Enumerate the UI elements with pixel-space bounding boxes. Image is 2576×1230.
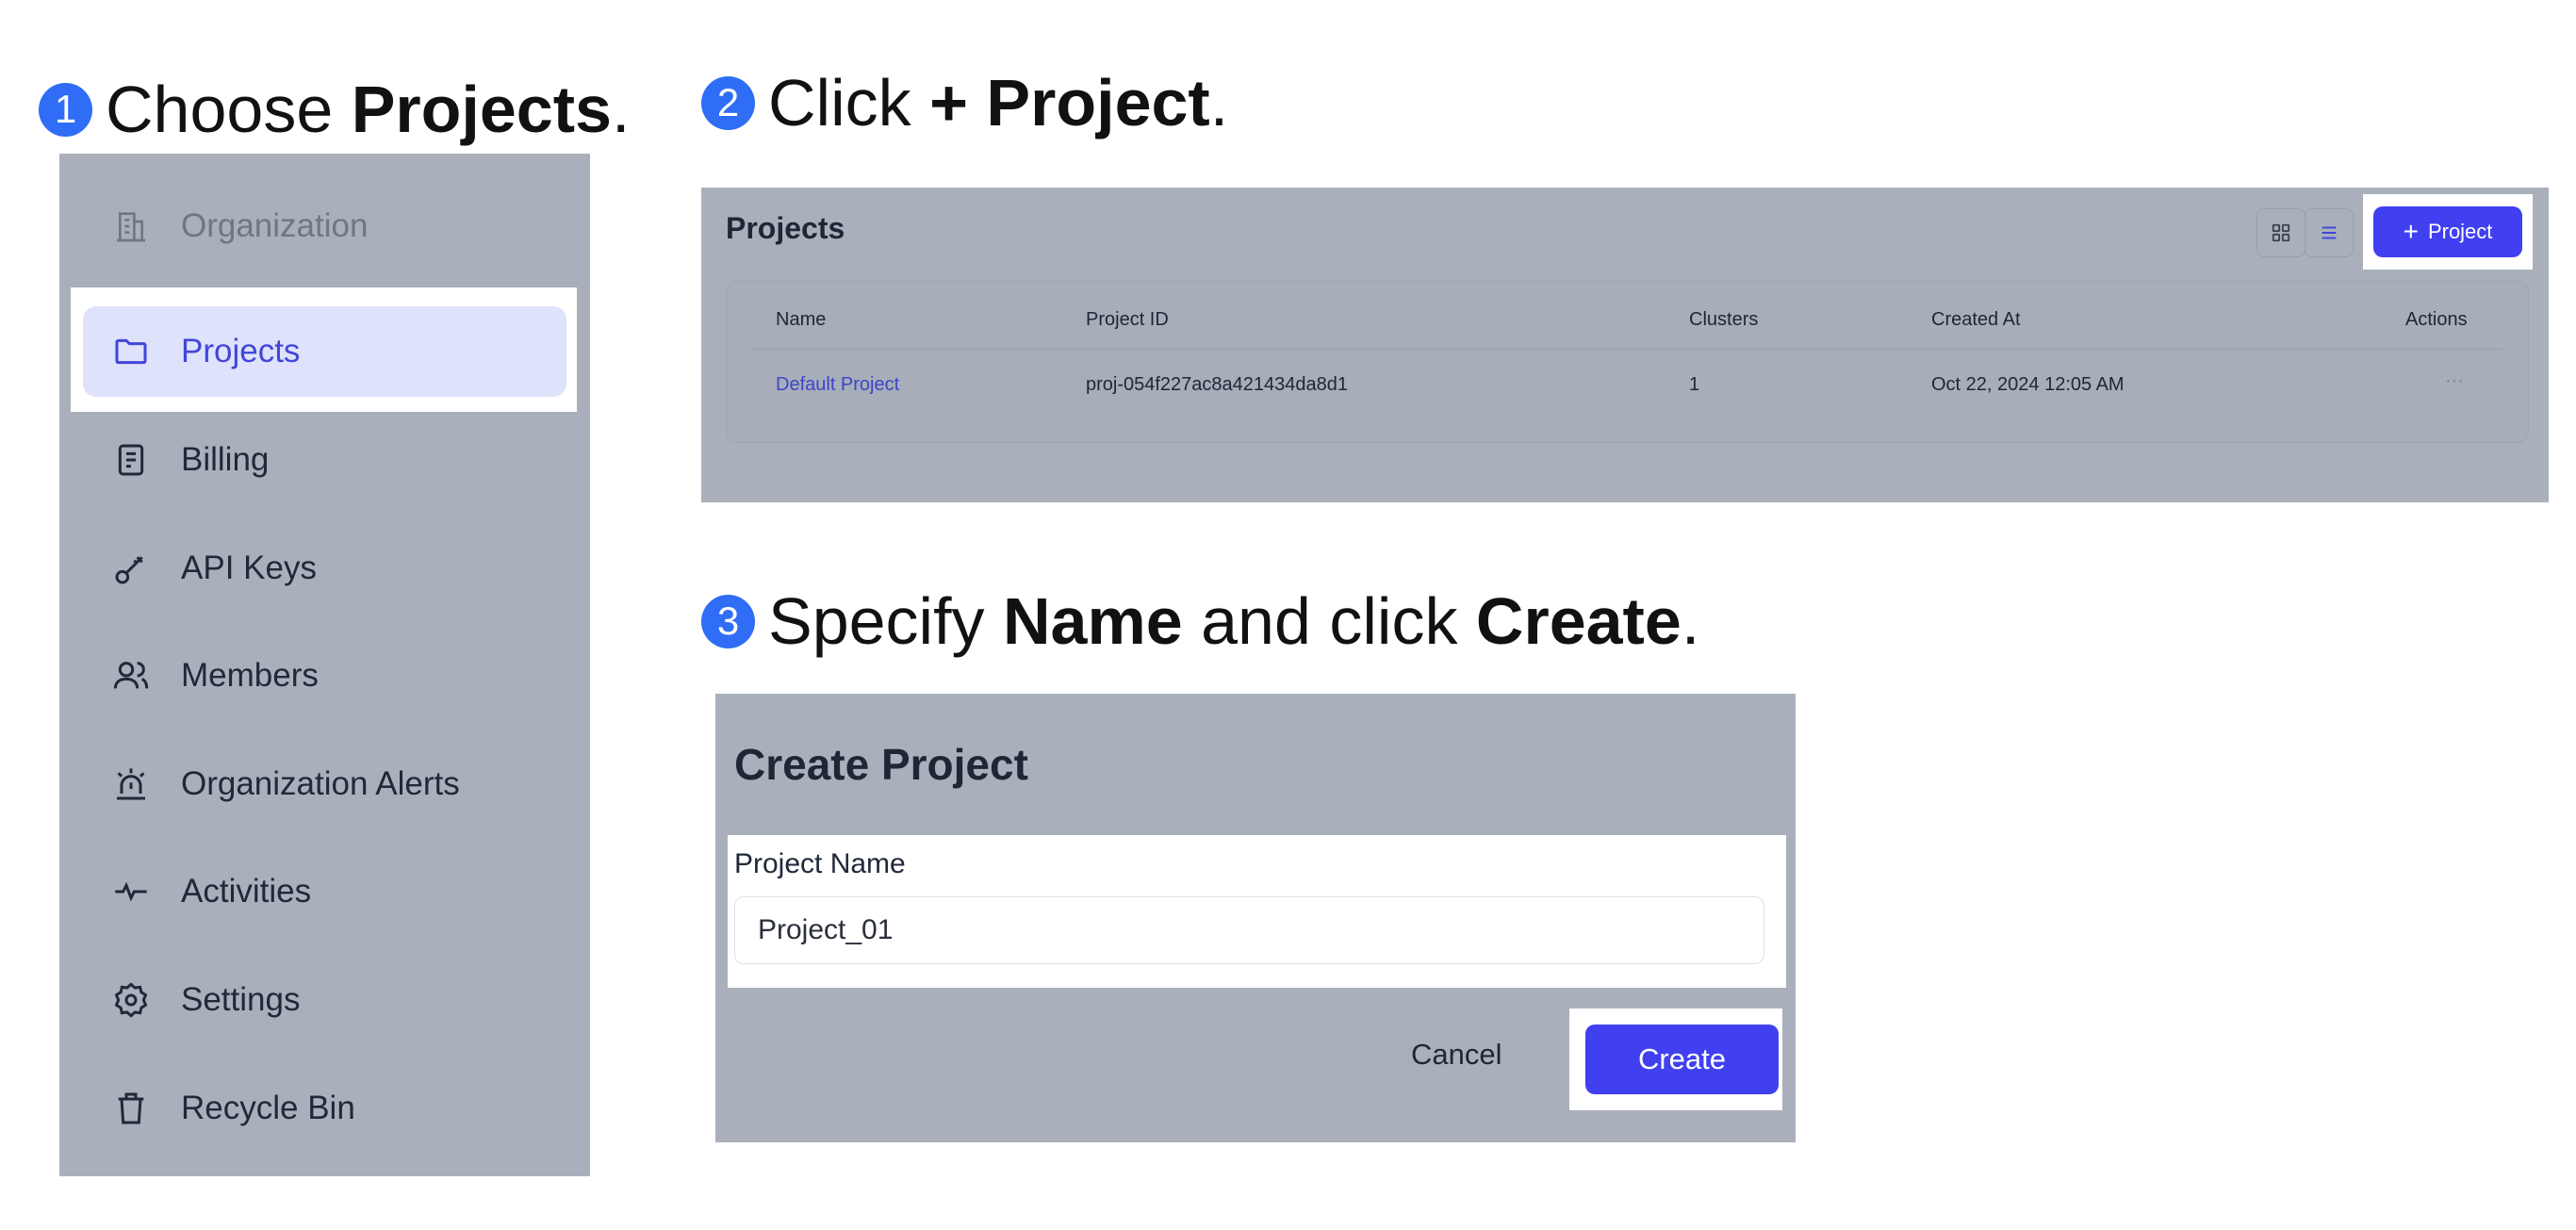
step-2-badge: 2 [701,75,755,130]
header-divider [751,349,2503,350]
clusters-cell: 1 [1689,374,1700,395]
cancel-button[interactable]: Cancel [1411,1038,1502,1072]
sidebar-item-organization-alerts[interactable]: Organization Alerts [83,739,566,829]
project-name-input[interactable] [734,896,1764,964]
sidebar-item-settings[interactable]: Settings [83,955,566,1045]
users-icon [109,654,153,697]
projects-table: Name Project ID Clusters Created At Acti… [726,281,2529,443]
row-actions-menu[interactable]: ··· [2445,370,2464,392]
plus-icon: + [2403,217,2419,246]
column-header-created-at: Created At [1931,309,2021,330]
created-at-cell: Oct 22, 2024 12:05 AM [1931,374,2125,395]
sidebar: Organization Projects Billing API Keys M… [59,154,590,1176]
step-1-badge: 1 [39,82,92,137]
sidebar-item-billing[interactable]: Billing [83,415,566,505]
add-project-button[interactable]: + Project [2373,206,2522,257]
activity-icon [109,870,153,913]
dialog-title: Create Project [734,740,1028,789]
create-project-dialog: Create Project Project Name Cancel Creat… [715,694,1796,1142]
trash-icon [109,1087,153,1130]
column-header-clusters: Clusters [1689,309,1759,330]
projects-panel: Projects + Project Name Project ID Clust… [701,188,2549,502]
step-1-heading: 1 Choose Projects. [39,72,630,147]
step-3-badge: 3 [701,594,755,648]
sidebar-item-projects[interactable]: Projects [83,306,566,397]
grid-view-button[interactable] [2256,208,2305,257]
projects-title: Projects [726,211,845,245]
sidebar-item-api-keys[interactable]: API Keys [83,523,566,614]
folder-icon [109,330,153,373]
column-header-name: Name [776,309,827,330]
project-name-field-group: Project Name [728,835,1786,988]
receipt-icon [109,438,153,482]
grid-icon [2272,223,2290,242]
step-2-heading: 2 Click + Project. [701,65,1228,140]
column-header-project-id: Project ID [1086,309,1169,330]
sidebar-item-members[interactable]: Members [83,631,566,721]
step-3-heading: 3 Specify Name and click Create. [701,583,1699,659]
sidebar-item-recycle-bin[interactable]: Recycle Bin [83,1063,566,1154]
list-view-button[interactable] [2305,208,2354,257]
project-id-cell: proj-054f227ac8a421434da8d1 [1086,374,1349,395]
create-button[interactable]: Create [1585,1025,1779,1094]
list-icon [2322,226,2337,239]
building-icon [109,205,153,248]
sidebar-item-activities[interactable]: Activities [83,846,566,937]
column-header-actions: Actions [2405,309,2468,330]
key-icon [109,547,153,590]
gear-icon [109,978,153,1022]
create-highlight: Create [1569,1009,1782,1110]
project-name-link[interactable]: Default Project [776,374,899,396]
project-name-label: Project Name [734,848,906,879]
sidebar-item-organization[interactable]: Organization [83,181,566,271]
siren-icon [109,763,153,806]
